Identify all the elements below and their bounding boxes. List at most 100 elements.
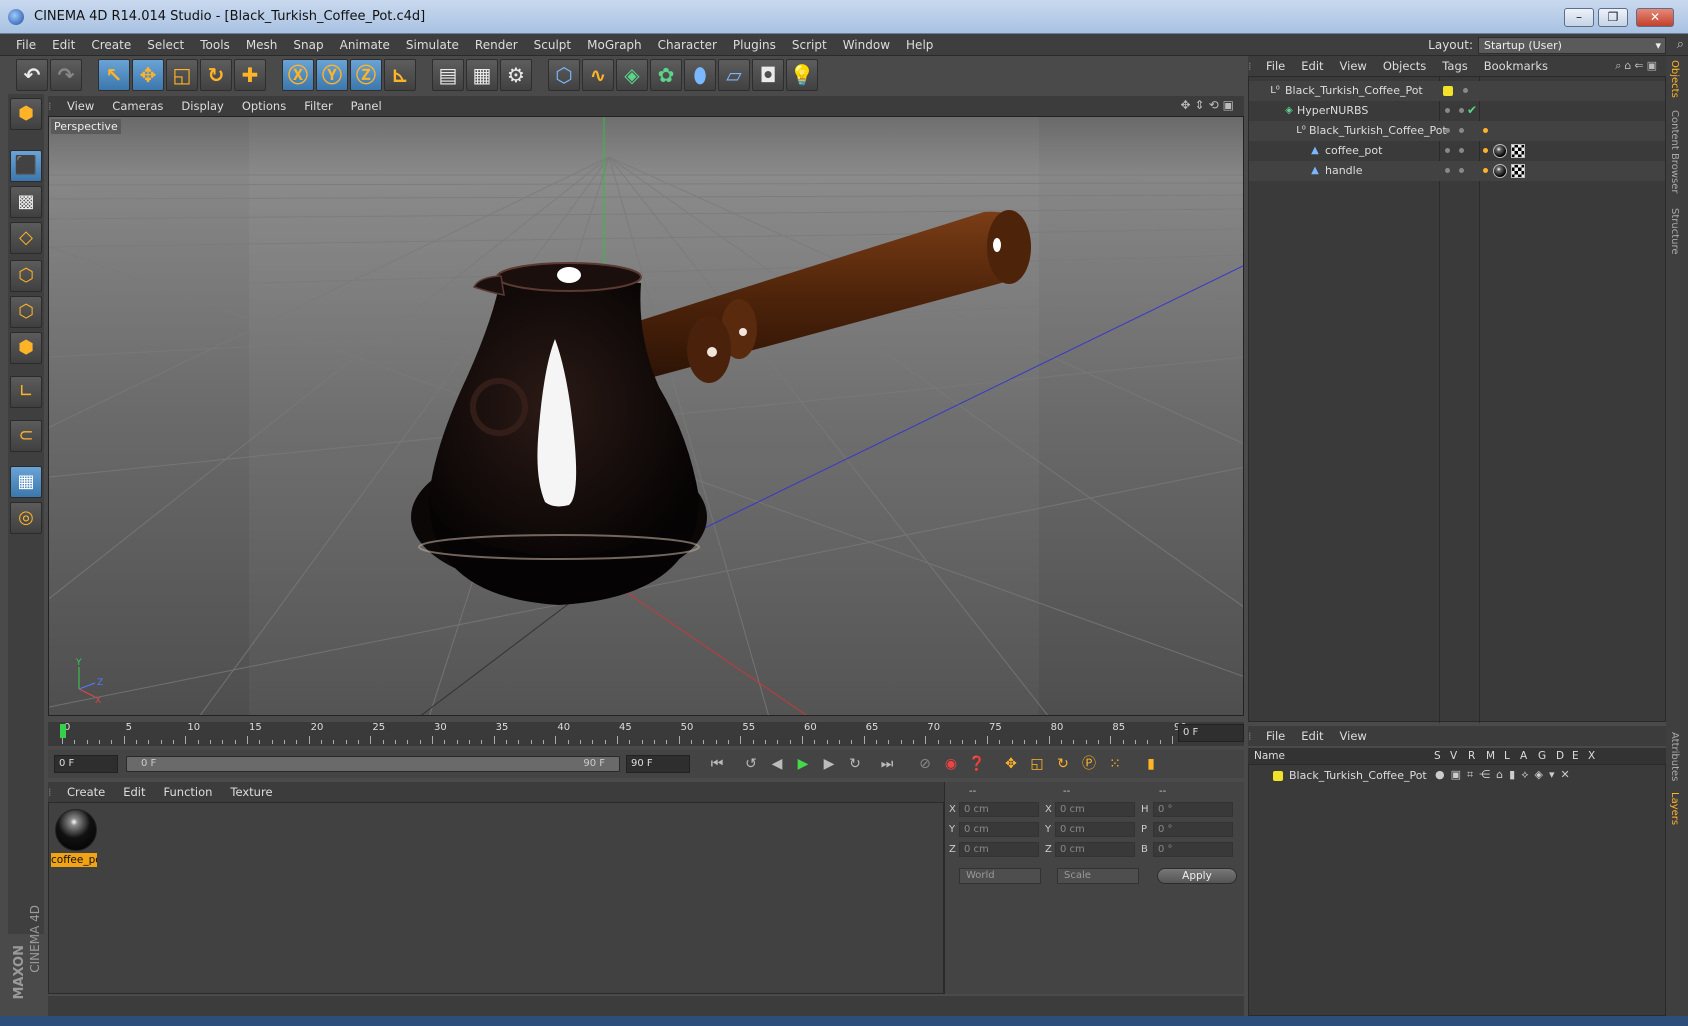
menu-character[interactable]: Character <box>650 34 725 56</box>
menu-sculpt[interactable]: Sculpt <box>526 34 579 56</box>
rotation-key-icon[interactable]: ↻ <box>1050 753 1076 777</box>
menu-plugins[interactable]: Plugins <box>725 34 784 56</box>
axis-mode-icon[interactable]: ∟ <box>10 376 42 408</box>
tab-attributes[interactable]: Attributes <box>1669 732 1680 781</box>
make-editable-icon[interactable]: ⬢ <box>10 98 42 130</box>
size-mode-select[interactable]: Scale <box>1057 868 1139 884</box>
close-button[interactable]: ✕ <box>1636 8 1674 27</box>
menu-help[interactable]: Help <box>898 34 941 56</box>
objects-menu-tags[interactable]: Tags <box>1434 56 1475 76</box>
objects-menu-objects[interactable]: Objects <box>1375 56 1434 76</box>
viewport-menu-view[interactable]: View <box>58 96 103 116</box>
render-picture-viewer-icon[interactable]: ▦ <box>466 59 498 91</box>
uvw-tag-icon[interactable] <box>1511 144 1525 158</box>
enabled-check-icon[interactable]: ✔ <box>1467 103 1477 117</box>
step-back-icon[interactable]: ◀ <box>764 753 790 777</box>
object-row[interactable]: ▲ coffee_pot <box>1249 141 1665 161</box>
material-menu-texture[interactable]: Texture <box>221 782 281 802</box>
viewport-menu-filter[interactable]: Filter <box>295 96 341 116</box>
point-level-key-icon[interactable]: ⁙ <box>1102 753 1128 777</box>
x-axis-icon[interactable]: Ⓧ <box>282 59 314 91</box>
rot-b-field[interactable]: 0 ° <box>1153 842 1233 857</box>
goto-previous-keyframe-icon[interactable]: ↺ <box>738 753 764 777</box>
z-axis-icon[interactable]: Ⓩ <box>350 59 382 91</box>
tab-layers[interactable]: Layers <box>1669 792 1680 825</box>
visibility-dot[interactable] <box>1459 128 1464 133</box>
autokey-icon[interactable]: ◉ <box>938 753 964 777</box>
material-menu-create[interactable]: Create <box>58 782 114 802</box>
phong-tag-icon[interactable] <box>1483 148 1488 153</box>
menu-tools[interactable]: Tools <box>192 34 238 56</box>
menu-create[interactable]: Create <box>83 34 139 56</box>
perspective-viewport[interactable]: Y Z X Perspective <box>48 116 1244 716</box>
rot-p-field[interactable]: 0 ° <box>1153 822 1233 837</box>
keyframe-selection-icon[interactable]: ❓ <box>964 753 990 777</box>
menu-script[interactable]: Script <box>784 34 835 56</box>
material-menu-function[interactable]: Function <box>155 782 222 802</box>
viewport-camera-label[interactable]: Perspective <box>51 119 121 134</box>
visibility-dot[interactable] <box>1459 168 1464 173</box>
object-manager-nav-icons[interactable]: ⌕⌂⇐▣ <box>1615 59 1660 73</box>
pos-y-field[interactable]: 0 cm <box>959 822 1039 837</box>
frame-range-slider[interactable]: 0 F 90 F <box>126 756 620 772</box>
visibility-dot[interactable] <box>1459 148 1464 153</box>
menu-simulate[interactable]: Simulate <box>398 34 467 56</box>
light-icon[interactable]: 💡 <box>786 59 818 91</box>
redo-icon[interactable]: ↷ <box>50 59 82 91</box>
layer-row[interactable]: Black_Turkish_Coffee_Pot ●▣⌗⋲⌂▮⟡◈▾✕ <box>1249 767 1665 785</box>
timeline-window-icon[interactable]: ▮ <box>1138 753 1164 777</box>
soft-selection-icon[interactable]: ◎ <box>10 502 42 534</box>
tab-objects[interactable]: Objects <box>1669 60 1680 98</box>
visibility-dot[interactable] <box>1463 88 1468 93</box>
undo-icon[interactable]: ↶ <box>16 59 48 91</box>
timeline-ruler[interactable]: 051015202530354045505560657075808590 0 F <box>48 722 1244 746</box>
points-mode-icon[interactable]: ⬡ <box>10 260 42 292</box>
object-row[interactable]: L⁰ Black_Turkish_Coffee_Pot <box>1249 81 1665 101</box>
tab-structure[interactable]: Structure <box>1669 208 1680 255</box>
visibility-dot[interactable] <box>1445 148 1450 153</box>
material-tag-icon[interactable] <box>1493 144 1507 158</box>
menu-animate[interactable]: Animate <box>332 34 398 56</box>
apply-button[interactable]: Apply <box>1157 868 1237 884</box>
nurbs-icon[interactable]: ◈ <box>616 59 648 91</box>
menu-window[interactable]: Window <box>835 34 898 56</box>
edit-render-settings-icon[interactable]: ⚙ <box>500 59 532 91</box>
objects-menu-view[interactable]: View <box>1332 56 1375 76</box>
goto-end-icon[interactable]: ⏭ <box>874 753 900 777</box>
viewport-menu-options[interactable]: Options <box>233 96 295 116</box>
position-key-icon[interactable]: ✥ <box>998 753 1024 777</box>
coordinate-system-icon[interactable]: ⊾ <box>384 59 416 91</box>
visibility-dot[interactable] <box>1459 108 1464 113</box>
play-icon[interactable]: ▶ <box>790 753 816 777</box>
goto-next-keyframe-icon[interactable]: ↻ <box>842 753 868 777</box>
phong-tag-icon[interactable] <box>1483 128 1488 133</box>
objects-menu-edit[interactable]: Edit <box>1293 56 1331 76</box>
pos-x-field[interactable]: 0 cm <box>959 802 1039 817</box>
playhead[interactable] <box>60 724 66 738</box>
menu-select[interactable]: Select <box>139 34 192 56</box>
current-frame-field[interactable]: 0 F <box>1178 724 1244 742</box>
parameter-key-icon[interactable]: Ⓟ <box>1076 753 1102 777</box>
object-row[interactable]: ▲ handle <box>1249 161 1665 181</box>
menu-file[interactable]: File <box>8 34 44 56</box>
model-mode-icon[interactable]: ⬛ <box>10 150 42 182</box>
objects-menu-file[interactable]: File <box>1258 56 1293 76</box>
start-frame-field[interactable]: 0 F <box>54 755 118 773</box>
step-forward-icon[interactable]: ▶ <box>816 753 842 777</box>
edges-mode-icon[interactable]: ⬡ <box>10 296 42 328</box>
camera-icon[interactable]: ◘ <box>752 59 784 91</box>
render-view-icon[interactable]: ▤ <box>432 59 464 91</box>
rotate-icon[interactable]: ↻ <box>200 59 232 91</box>
minimize-button[interactable]: – <box>1564 8 1594 27</box>
viewport-menu-panel[interactable]: Panel <box>342 96 391 116</box>
magnet-snap-icon[interactable]: ⊂ <box>10 420 42 452</box>
layout-select[interactable]: Startup (User) ▾ <box>1478 37 1666 54</box>
viewport-nav-icons[interactable]: ✥⇕⟲▣ <box>1180 98 1238 112</box>
array-icon[interactable]: ✿ <box>650 59 682 91</box>
move-icon[interactable]: ✥ <box>132 59 164 91</box>
spline-pen-icon[interactable]: ∿ <box>582 59 614 91</box>
rot-h-field[interactable]: 0 ° <box>1153 802 1233 817</box>
search-icon[interactable]: ⌕ <box>1677 37 1684 52</box>
texture-mode-icon[interactable]: ▩ <box>10 186 42 218</box>
phong-tag-icon[interactable] <box>1483 168 1488 173</box>
